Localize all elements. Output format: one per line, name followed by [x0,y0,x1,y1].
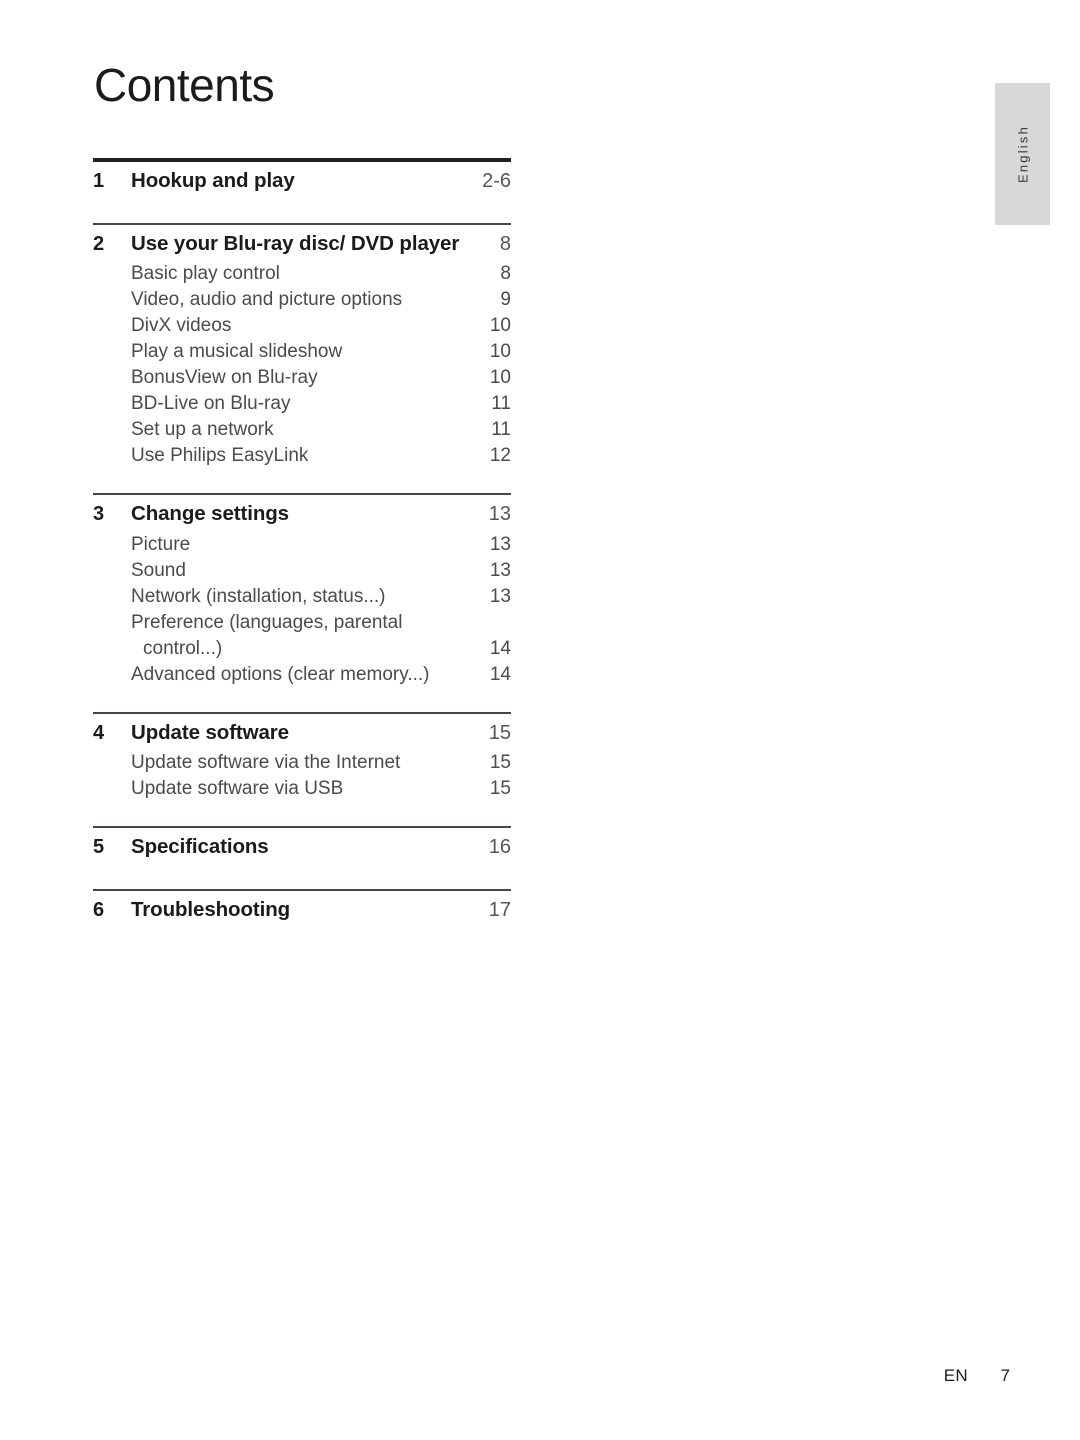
entry-page-number: 14 [489,637,511,659]
language-side-tab: English [995,83,1050,225]
chapter-page-number: 13 [488,503,511,525]
chapter-page-number: 2-6 [482,170,511,192]
toc-entry-row[interactable]: Update software via the Internet 15 [93,753,511,772]
entry-page-number: 9 [500,289,511,310]
chapter-number: 5 [93,836,105,858]
chapter-page-number: 8 [499,232,511,255]
toc-entry-row[interactable]: BD-Live on Blu-ray 11 [93,394,511,413]
entry-page-number: 13 [489,585,511,607]
toc-rows: 5 Specifications 16 [93,828,511,861]
table-of-contents: 1 Hookup and play 2-6 2 Use your Blu-ray dis… [93,158,511,923]
entry-page-number: 13 [489,559,511,581]
entry-label: Sound [131,559,186,581]
toc-section: 6 Troubleshooting 17 [93,888,511,924]
toc-entry-row[interactable]: Network (installation, status...) 13 [93,587,511,606]
entry-label: Use Philips EasyLink [131,445,309,466]
entry-page-number: 15 [489,778,511,799]
toc-entry-row[interactable]: Video, audio and picture options 9 [93,290,511,309]
entry-label: BonusView on Blu-ray [131,367,318,388]
chapter-page-number: 17 [488,898,511,921]
toc-section: 5 Specifications 16 [93,826,511,861]
entry-page-number: 11 [491,393,511,414]
toc-entry-row[interactable]: Play a musical slideshow 10 [93,342,511,361]
entry-label: Update software via the Internet [131,752,401,773]
footer-language-code: EN [943,1366,968,1385]
entry-label: Play a musical slideshow [131,341,343,362]
page-footer: EN 7 [944,1366,1010,1386]
chapter-number: 4 [93,721,105,744]
toc-rows: 4 Update software 15 Update software via th… [93,714,511,798]
entry-label: Video, audio and picture options [131,289,403,310]
chapter-title: Use your Blu-ray disc/ DVD player [131,231,460,255]
toc-rows: 6 Troubleshooting 17 [93,891,511,924]
chapter-number: 6 [93,898,105,921]
toc-entry-row[interactable]: control...) 14 [93,639,511,658]
entry-label: Picture [131,533,191,555]
toc-section: 1 Hookup and play 2-6 [93,158,511,195]
toc-chapter-row[interactable]: 6 Troubleshooting 17 [93,897,511,924]
chapter-title: Update software [131,720,289,744]
entry-page-number: 10 [489,315,511,336]
page-title: Contents [94,59,275,111]
toc-section: 3 Change settings 13 Picture 13 Sound 13 Networ… [93,493,511,684]
toc-rows: 2 Use your Blu-ray disc/ DVD player 8 Basic… [93,225,511,465]
toc-entry-row[interactable]: Basic play control 8 [93,264,511,283]
entry-label: Preference (languages, parental [131,611,403,633]
toc-entry-row[interactable]: Sound 13 [93,561,511,580]
entry-page-number: 15 [489,752,511,773]
toc-entry-row[interactable]: Use Philips EasyLink 12 [93,446,511,465]
entry-page-number: 12 [489,445,511,466]
toc-entry-row[interactable]: BonusView on Blu-ray 10 [93,368,511,387]
entry-page-number: 10 [489,341,511,362]
toc-entry-row[interactable]: Preference (languages, parental [93,613,511,632]
toc-entry-row[interactable]: Advanced options (clear memory...) 14 [93,665,511,684]
toc-section: 2 Use your Blu-ray disc/ DVD player 8 Basic… [93,222,511,465]
chapter-title: Specifications [131,835,269,858]
chapter-number: 3 [93,503,105,525]
entry-label: control...) [143,637,223,659]
toc-section: 4 Update software 15 Update software via th… [93,711,511,798]
entry-label: Basic play control [131,263,280,284]
toc-rows: 1 Hookup and play 2-6 [93,162,511,195]
entry-page-number: 14 [489,663,511,685]
entry-label: Advanced options (clear memory...) [131,663,430,685]
entry-page-number: 11 [491,419,511,440]
chapter-title: Hookup and play [131,169,295,192]
entry-label: Network (installation, status...) [131,585,386,607]
entry-page-number: 8 [500,263,511,284]
entry-page-number: 13 [489,533,511,555]
chapter-title: Change settings [131,502,289,525]
toc-entry-row[interactable]: Update software via USB 15 [93,779,511,798]
toc-entry-row[interactable]: DivX videos 10 [93,316,511,335]
toc-entry-row[interactable]: Picture 13 [93,535,511,554]
toc-chapter-row[interactable]: 3 Change settings 13 [93,502,511,528]
toc-rows: 3 Change settings 13 Picture 13 Sound 13 Networ… [93,495,511,684]
chapter-number: 2 [93,232,105,255]
entry-label: BD-Live on Blu-ray [131,393,291,414]
toc-chapter-row[interactable]: 2 Use your Blu-ray disc/ DVD player 8 [93,231,511,258]
chapter-page-number: 15 [488,721,511,744]
toc-entry-row[interactable]: Set up a network 11 [93,420,511,439]
chapter-title: Troubleshooting [131,897,291,921]
entry-label: Set up a network [131,419,274,440]
entry-page-number: 10 [489,367,511,388]
chapter-number: 1 [93,170,105,192]
chapter-page-number: 16 [488,836,511,858]
toc-chapter-row[interactable]: 4 Update software 15 [93,720,511,747]
language-side-tab-label: English [1015,124,1030,184]
entry-label: Update software via USB [131,778,344,799]
entry-label: DivX videos [131,315,232,336]
toc-chapter-row[interactable]: 5 Specifications 16 [93,835,511,861]
footer-page-number: 7 [1000,1366,1010,1385]
toc-chapter-row[interactable]: 1 Hookup and play 2-6 [93,169,511,195]
